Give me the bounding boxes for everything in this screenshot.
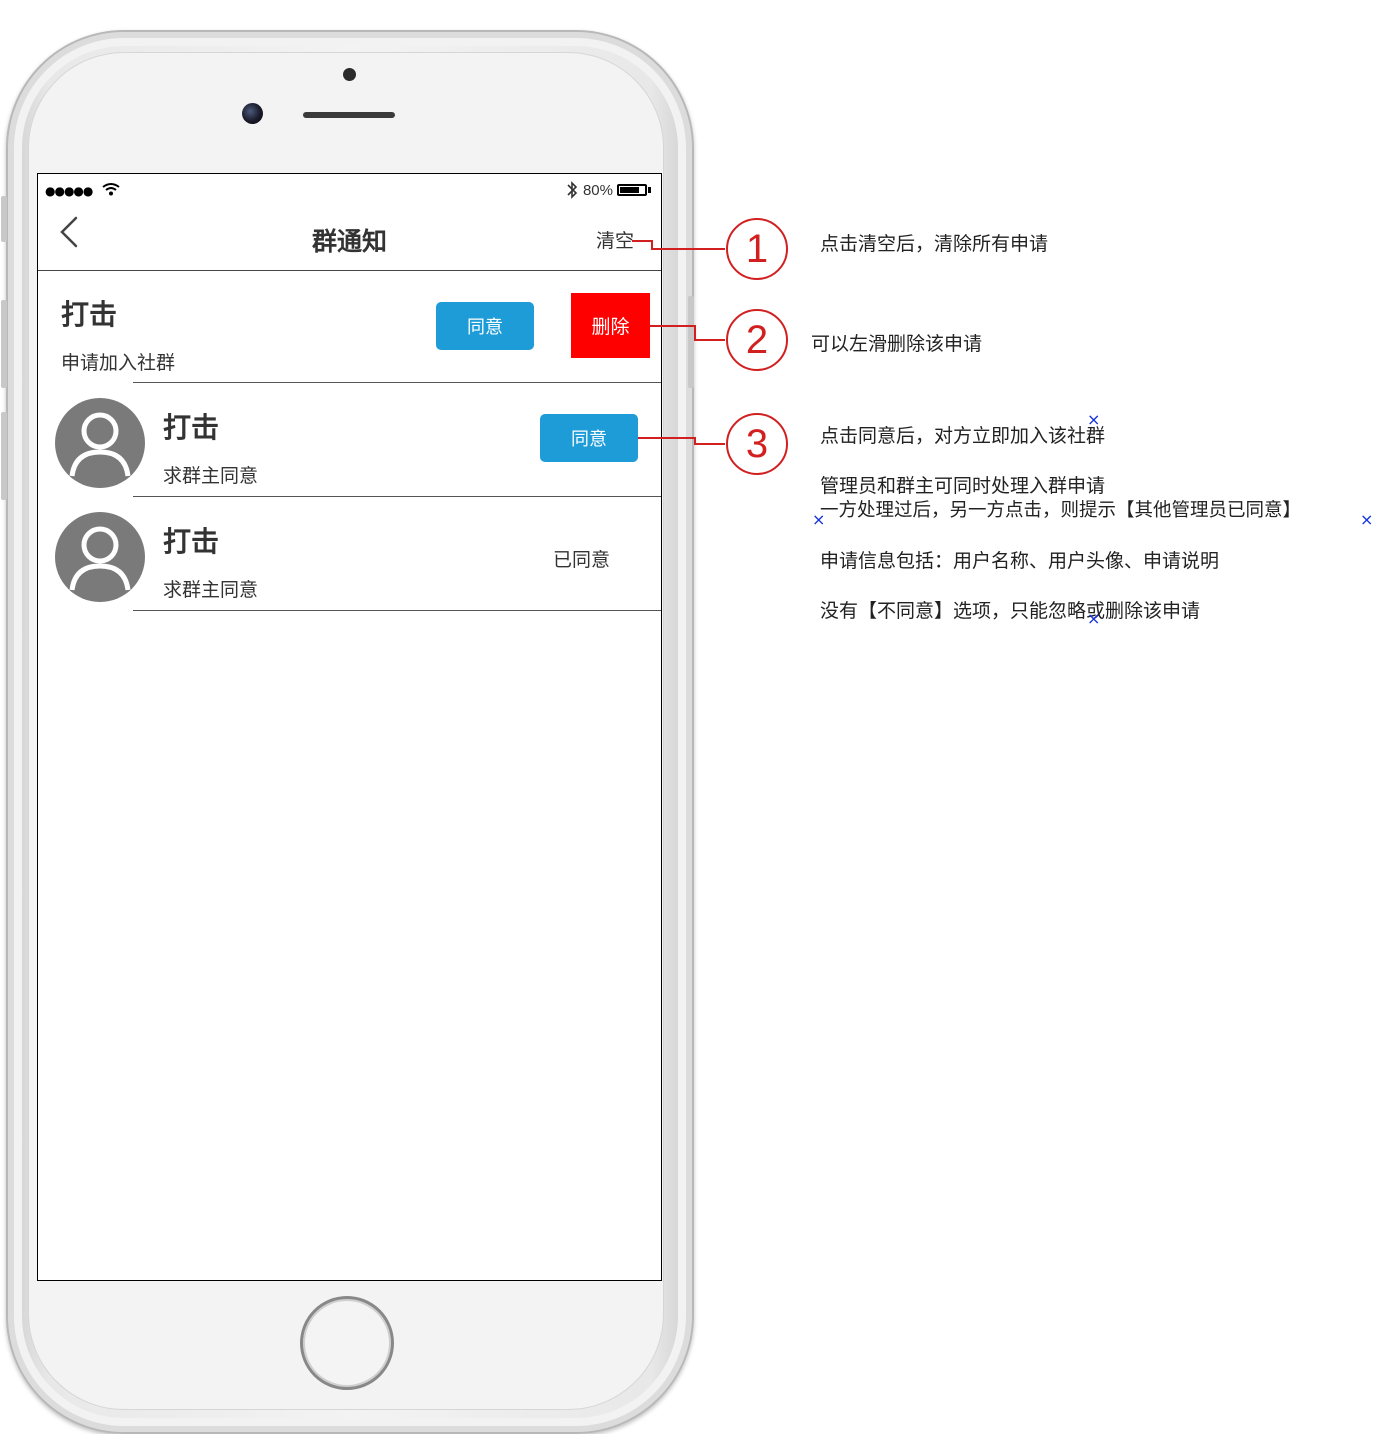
annotation-note-3: 点击同意后，对方立即加入该社群 <box>820 425 1106 447</box>
annotation-badge-1: 1 <box>726 218 788 280</box>
marker-x-icon: × <box>1360 510 1374 529</box>
annotation-note-4: 管理员和群主可同时处理入群申请 <box>820 475 1106 497</box>
annotation-badge-2: 2 <box>726 309 788 371</box>
annotation-connectors <box>632 240 725 445</box>
marker-x-icon: × <box>812 510 826 529</box>
annotation-badge-3: 3 <box>726 413 788 475</box>
connector-line-3 <box>638 437 725 445</box>
marker-x-icon: × <box>1087 609 1101 628</box>
annotation-note-7: 没有【不同意】选项，只能忽略或删除该申请 <box>820 600 1201 622</box>
marker-x-icon: × <box>1087 410 1101 429</box>
annotation-note-1: 点击清空后，清除所有申请 <box>820 233 1049 255</box>
annotation-note-2: 可以左滑删除该申请 <box>811 333 983 355</box>
annotation-note-5: 一方处理过后，另一方点击，则提示【其他管理员已同意】 <box>820 500 1302 521</box>
annotation-note-6: 申请信息包括：用户名称、用户头像、申请说明 <box>820 550 1220 572</box>
connector-line-1 <box>632 240 725 250</box>
connector-line-2 <box>650 325 725 341</box>
